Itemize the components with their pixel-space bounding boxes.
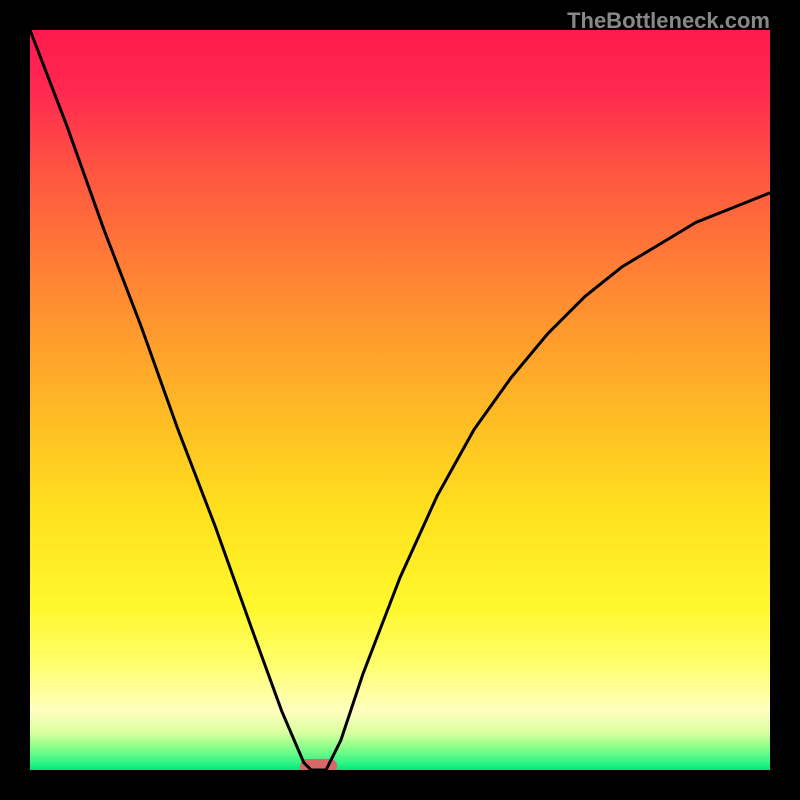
chart-svg [30, 30, 770, 770]
watermark-text: TheBottleneck.com [567, 8, 770, 34]
chart-plot-area [30, 30, 770, 770]
chart-background [30, 30, 770, 770]
